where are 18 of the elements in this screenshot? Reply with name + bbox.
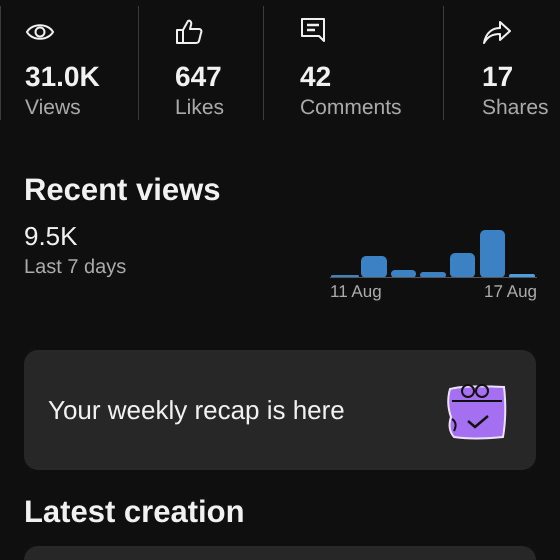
recap-card[interactable]: Your weekly recap is here (24, 350, 536, 470)
stat-label: Views (25, 96, 82, 120)
stat-value: 42 (300, 60, 332, 94)
stat-label: Shares (482, 96, 550, 120)
section-title: Recent views (24, 171, 222, 209)
thumbs-up-icon (175, 19, 203, 45)
recap-text: Your weekly recap is here (48, 394, 345, 426)
stat-label: Comments (300, 96, 403, 120)
stat-value: 647 (175, 60, 223, 94)
axis-label: 11 Aug (330, 282, 382, 302)
stat-value: 17 (482, 60, 514, 94)
stat-label: Likes (175, 96, 226, 120)
section-title: Latest creation (24, 493, 246, 531)
views-total: 9.5K (24, 220, 78, 252)
stat-value: 31.0K (25, 60, 101, 94)
period-label: Last 7 days (24, 256, 126, 279)
share-icon (482, 19, 512, 45)
axis-label: 17 Aug (484, 282, 537, 302)
